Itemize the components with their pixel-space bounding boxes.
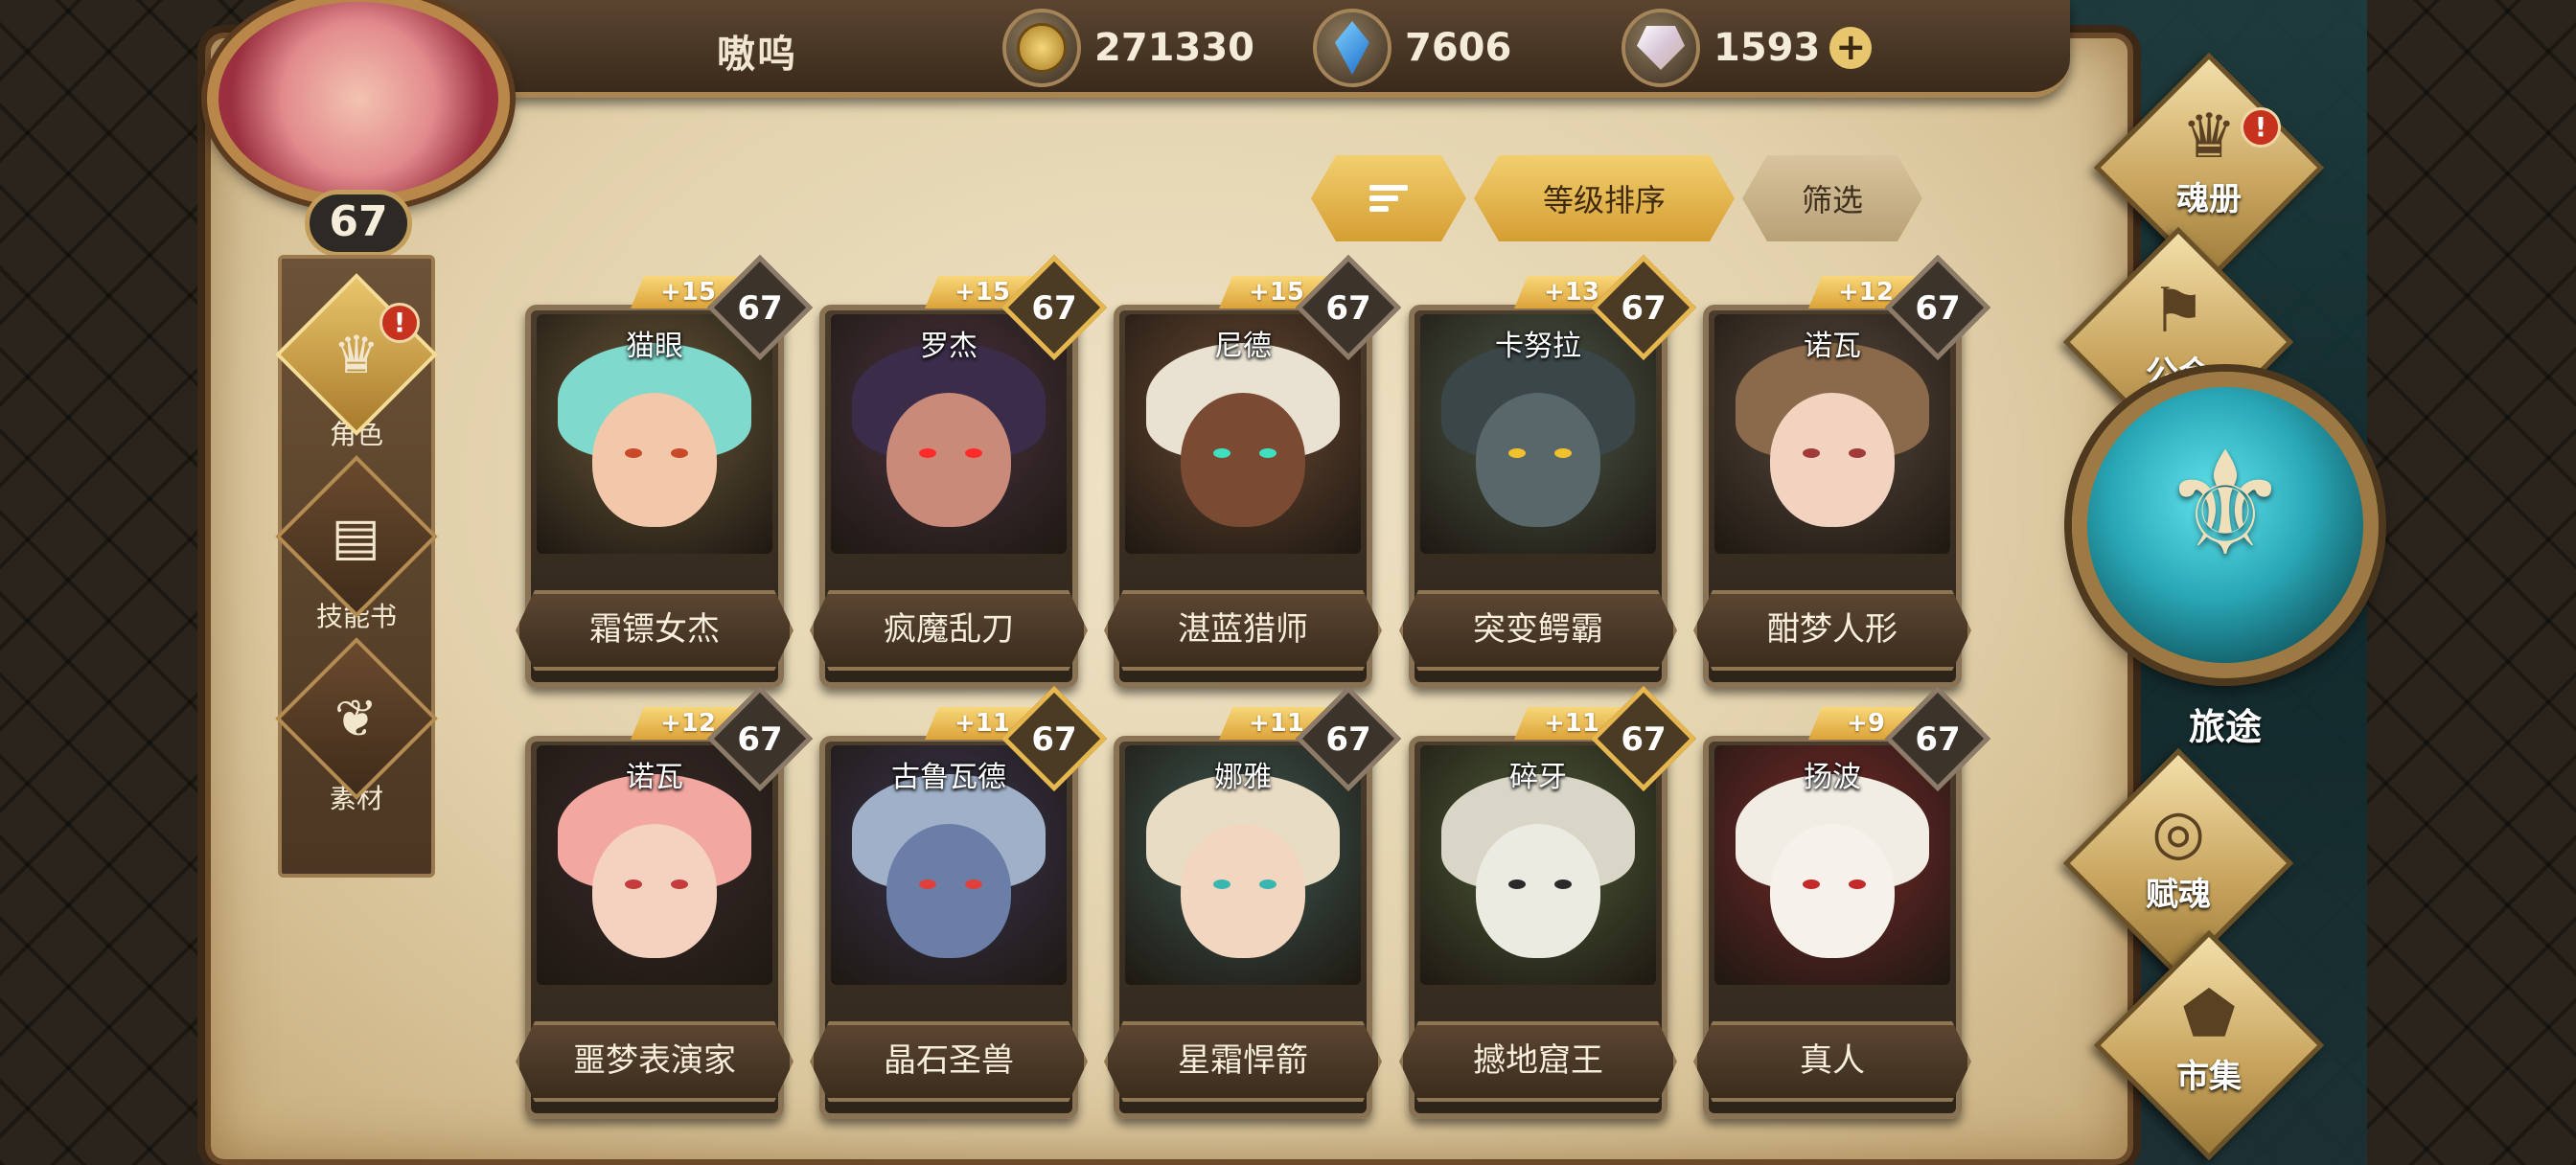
hero-face	[886, 824, 1011, 958]
hero-eye	[1849, 448, 1866, 458]
hero-eye	[671, 879, 688, 889]
filter-button[interactable]: 筛选	[1742, 155, 1922, 241]
player-level-badge: 67	[305, 190, 412, 257]
hero-title: 湛蓝猎师	[1178, 610, 1308, 649]
hero-title: 撼地窟王	[1473, 1041, 1603, 1080]
hero-eye	[1508, 448, 1526, 458]
hero-title: 酣梦人形	[1767, 610, 1898, 649]
material-icon: ❦	[334, 688, 379, 749]
crystal-resource: 7606	[1313, 8, 1511, 88]
market-gem-icon: ⬟	[2182, 978, 2236, 1050]
hero-eye	[1213, 879, 1230, 889]
hero-level: 67	[1031, 720, 1077, 759]
hero-title: 晶石圣兽	[884, 1041, 1014, 1080]
hero-eye	[625, 448, 642, 458]
hero-level: 67	[1325, 289, 1371, 328]
hero-title: 真人	[1800, 1041, 1865, 1080]
sort-lines-icon	[1369, 185, 1408, 212]
crystal-amount: 7606	[1405, 26, 1512, 70]
hero-title: 突变鳄霸	[1473, 610, 1603, 649]
sort-by-level-button[interactable]: 等级排序	[1474, 155, 1735, 241]
hero-level: 67	[737, 289, 783, 328]
market-label: 市集	[2176, 1057, 2242, 1096]
hero-eye	[1803, 448, 1820, 458]
soul-book-label: 魂册	[2176, 179, 2242, 218]
hero-eye	[1554, 448, 1572, 458]
hero-face	[1770, 393, 1895, 527]
gold-resource: 271330	[1002, 8, 1254, 88]
hero-title: 噩梦表演家	[573, 1041, 736, 1080]
hero-card[interactable]: 猫眼 霜镖女杰 +15 67	[525, 254, 814, 688]
hero-eye	[919, 448, 936, 458]
hero-card[interactable]: 古鲁瓦德 晶石圣兽 +11 67	[819, 685, 1108, 1119]
hero-eye	[1508, 879, 1526, 889]
hero-eye	[1849, 879, 1866, 889]
empower-label: 赋魂	[2146, 875, 2211, 914]
hero-face	[1770, 824, 1895, 958]
hero-eye	[1259, 448, 1276, 458]
hero-card[interactable]: 碎牙 撼地窟王 +11 67	[1409, 685, 1697, 1119]
market-button[interactable]: ⬟ 市集	[2089, 925, 2329, 1165]
hero-card[interactable]: 卡努拉 突变鳄霸 +13 67	[1409, 254, 1697, 688]
gold-coin-icon	[1002, 9, 1081, 87]
gem-amount: 1593	[1714, 26, 1821, 70]
soul-book-alert-badge: !	[2241, 107, 2281, 148]
hero-title: 疯魔乱刀	[884, 610, 1014, 649]
hero-level: 67	[1621, 720, 1667, 759]
hero-card[interactable]: 罗杰 疯魔乱刀 +15 67	[819, 254, 1108, 688]
gem-resource: 1593 +	[1622, 8, 1873, 88]
hero-card[interactable]: 扬波 真人 +9 67	[1703, 685, 1991, 1119]
hero-level: 67	[1031, 289, 1077, 328]
sort-order-button[interactable]	[1311, 155, 1466, 241]
blue-crystal-icon	[1313, 9, 1392, 87]
diamond-gem-icon	[1622, 9, 1700, 87]
hero-title: 霜镖女杰	[589, 610, 720, 649]
hero-level: 67	[737, 720, 783, 759]
player-avatar[interactable]	[207, 0, 510, 207]
add-gems-button[interactable]: +	[1829, 27, 1873, 69]
hero-eye	[919, 879, 936, 889]
hero-eye	[671, 448, 688, 458]
hero-face	[1476, 393, 1600, 527]
hero-card[interactable]: 尼德 湛蓝猎师 +15 67	[1114, 254, 1402, 688]
journey-label: 旅途	[2188, 706, 2262, 748]
hero-face	[1476, 824, 1600, 958]
journey-emblem-icon: ⚜	[2160, 422, 2290, 588]
skill-book-icon: ▤	[332, 506, 381, 567]
hero-eye	[965, 879, 982, 889]
soul-swirl-icon: ◎	[2151, 796, 2205, 868]
hero-eye	[1554, 879, 1572, 889]
hero-eye	[625, 879, 642, 889]
nav-item-skill-book[interactable]: ▤ 技能书	[275, 455, 438, 651]
warrior-helmet-icon: ♛	[333, 324, 380, 385]
hero-level: 67	[1325, 720, 1371, 759]
gold-amount: 271330	[1094, 26, 1254, 70]
hero-eye	[1803, 879, 1820, 889]
hero-face	[592, 824, 717, 958]
hero-title: 星霜悍箭	[1178, 1041, 1308, 1080]
nav-item-materials[interactable]: ❦ 素材	[275, 637, 438, 834]
hero-card[interactable]: 娜雅 星霜悍箭 +11 67	[1114, 685, 1402, 1119]
hero-card[interactable]: 诺瓦 酣梦人形 +12 67	[1703, 254, 1991, 688]
hero-level: 67	[1915, 720, 1961, 759]
warrior-helmet-icon: ♛	[2181, 101, 2237, 172]
hero-face	[886, 393, 1011, 527]
hero-eye	[1213, 448, 1230, 458]
hero-eye	[1259, 879, 1276, 889]
hero-face	[1181, 824, 1305, 958]
hero-face	[592, 393, 717, 527]
hero-face	[1181, 393, 1305, 527]
player-name: 嗷呜	[717, 33, 797, 77]
hero-level: 67	[1621, 289, 1667, 328]
hero-card[interactable]: 诺瓦 噩梦表演家 +12 67	[525, 685, 814, 1119]
characters-alert-badge: !	[380, 303, 420, 343]
hero-level: 67	[1915, 289, 1961, 328]
hero-eye	[965, 448, 982, 458]
guild-banner-icon: ⚑	[2150, 275, 2206, 347]
